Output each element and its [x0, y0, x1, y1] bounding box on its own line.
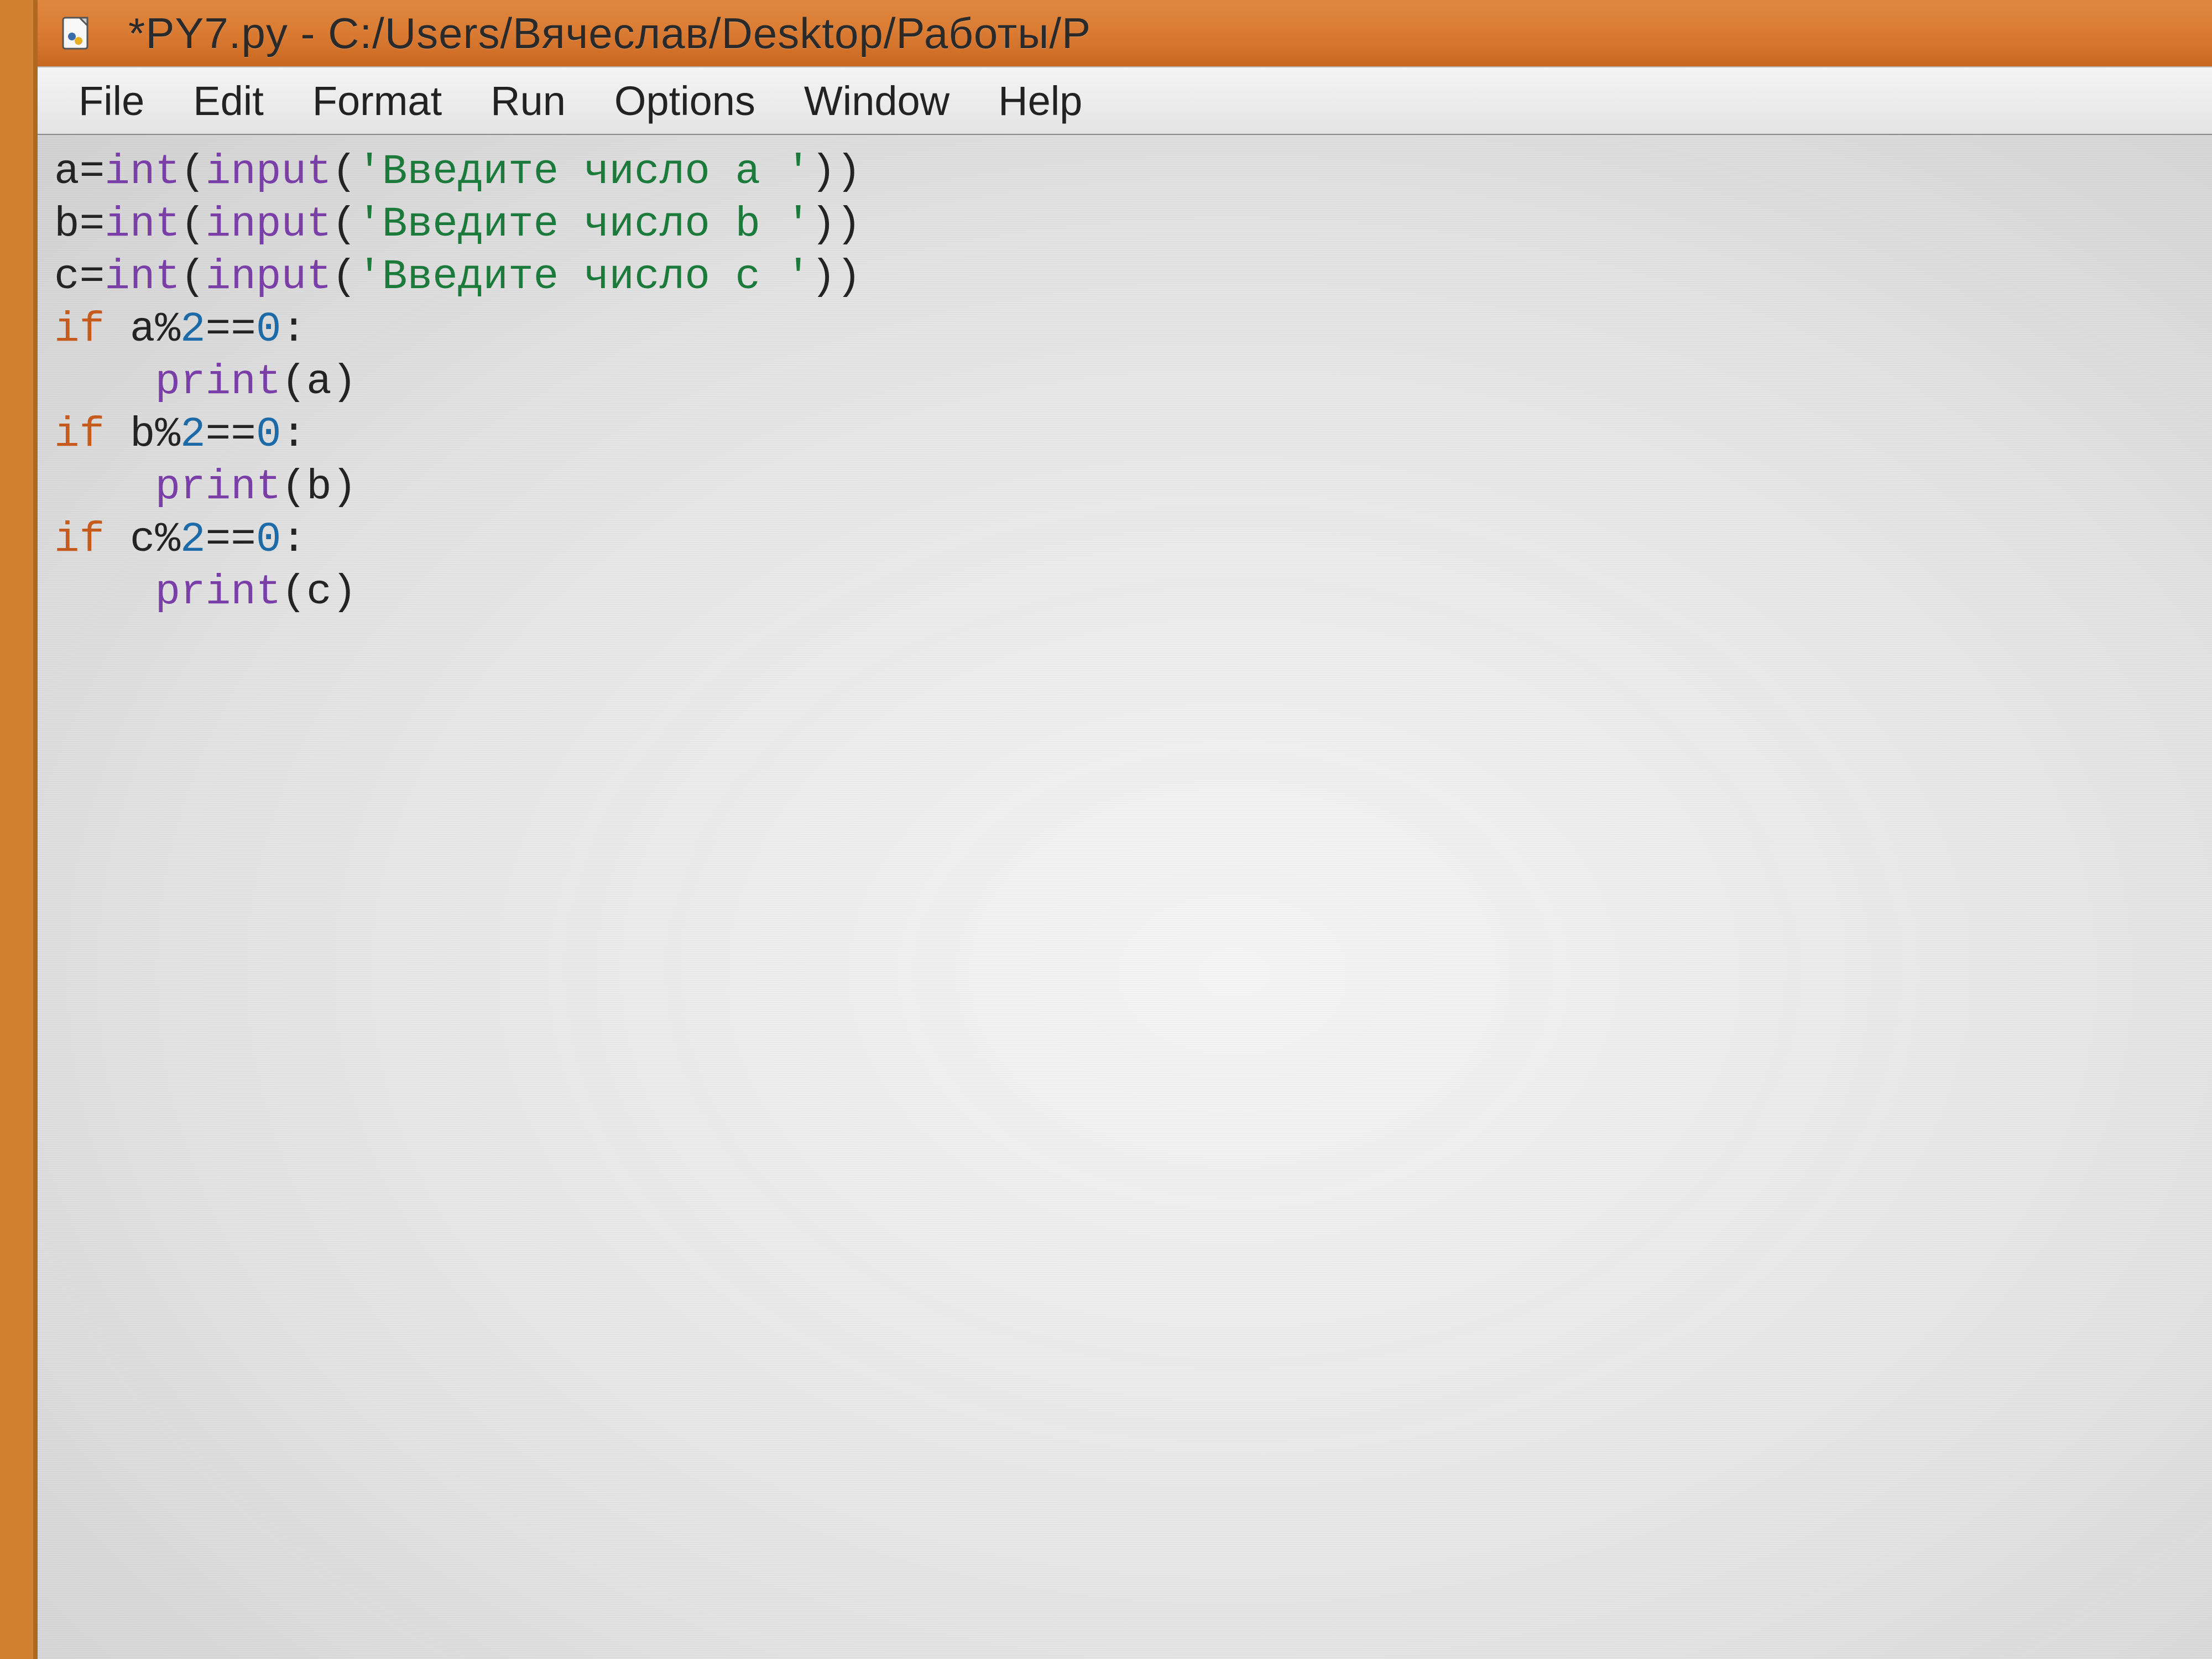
menu-window[interactable]: Window — [780, 72, 974, 130]
code-token-number: 0 — [256, 411, 281, 458]
code-token-number: 2 — [180, 411, 206, 458]
menu-bar: File Edit Format Run Options Window Help — [38, 66, 2212, 136]
code-token-op: ( — [332, 253, 357, 301]
window-title: *PY7.py - C:/Users/Вячеслав/Desktop/Рабо… — [128, 8, 1091, 59]
code-token-op: = — [80, 148, 105, 196]
code-token-name: a — [54, 148, 80, 196]
code-token-builtin: int — [105, 201, 180, 248]
code-token-op: == — [206, 516, 256, 564]
code-token-op: ) — [332, 568, 357, 616]
menu-options[interactable]: Options — [590, 72, 780, 130]
code-token-op: ( — [180, 253, 206, 301]
code-token-op: : — [281, 306, 306, 353]
code-token-op: ( — [281, 463, 306, 511]
code-token-name: a — [130, 306, 155, 353]
title-bar[interactable]: *PY7.py - C:/Users/Вячеслав/Desktop/Рабо… — [38, 0, 2212, 66]
code-token-number: 0 — [256, 306, 281, 353]
code-token-op: ( — [180, 201, 206, 248]
menu-format[interactable]: Format — [288, 72, 466, 130]
code-token-op — [105, 306, 130, 353]
code-token-keyword: if — [54, 411, 105, 458]
code-token-name: c — [130, 516, 155, 564]
code-token-op: == — [206, 411, 256, 458]
python-file-icon — [60, 15, 95, 51]
code-token-op — [105, 411, 130, 458]
code-token-builtin: input — [206, 148, 332, 196]
code-token-builtin: print — [155, 463, 281, 511]
code-text[interactable]: a=int(input('Введите число a ')) b=int(i… — [54, 146, 2195, 619]
code-token-op: ) — [332, 463, 357, 511]
idle-window: *PY7.py - C:/Users/Вячеслав/Desktop/Рабо… — [33, 0, 2212, 1659]
code-token-op: % — [155, 516, 180, 564]
code-token-builtin: input — [206, 201, 332, 248]
code-editor[interactable]: a=int(input('Введите число a ')) b=int(i… — [38, 135, 2212, 1659]
code-token-keyword: if — [54, 516, 105, 564]
code-token-string: 'Введите число b ' — [357, 201, 811, 248]
code-token-op: ( — [180, 148, 206, 196]
code-token-op: ( — [332, 201, 357, 248]
code-token-op — [54, 568, 155, 616]
code-token-op: )) — [811, 201, 861, 248]
code-token-op — [105, 516, 130, 564]
code-token-op: ( — [281, 568, 306, 616]
code-token-op: : — [281, 516, 306, 564]
code-token-keyword: if — [54, 306, 105, 353]
code-token-number: 2 — [180, 306, 206, 353]
code-token-name: c — [54, 253, 80, 301]
menu-run[interactable]: Run — [466, 72, 590, 130]
code-token-builtin: int — [105, 148, 180, 196]
code-token-op: ) — [332, 358, 357, 406]
code-token-op: )) — [811, 148, 861, 196]
code-token-op: : — [281, 411, 306, 458]
code-token-op: % — [155, 306, 180, 353]
menu-help[interactable]: Help — [974, 72, 1107, 130]
code-token-op: ( — [281, 358, 306, 406]
code-token-name: a — [306, 358, 332, 406]
code-token-op — [54, 463, 155, 511]
code-token-op: ( — [332, 148, 357, 196]
code-token-name: b — [54, 201, 80, 248]
code-token-builtin: print — [155, 568, 281, 616]
code-token-op: = — [80, 201, 105, 248]
code-token-string: 'Введите число a ' — [357, 148, 811, 196]
code-token-name: b — [130, 411, 155, 458]
code-token-op: == — [206, 306, 256, 353]
code-token-builtin: input — [206, 253, 332, 301]
code-token-op — [54, 358, 155, 406]
code-token-op: )) — [811, 253, 861, 301]
code-token-name: b — [306, 463, 332, 511]
code-token-string: 'Введите число c ' — [357, 253, 811, 301]
code-token-builtin: print — [155, 358, 281, 406]
menu-file[interactable]: File — [54, 72, 169, 130]
code-token-op: = — [80, 253, 105, 301]
code-token-builtin: int — [105, 253, 180, 301]
code-token-number: 2 — [180, 516, 206, 564]
menu-edit[interactable]: Edit — [169, 72, 288, 130]
code-token-op: % — [155, 411, 180, 458]
code-token-number: 0 — [256, 516, 281, 564]
code-token-name: c — [306, 568, 332, 616]
